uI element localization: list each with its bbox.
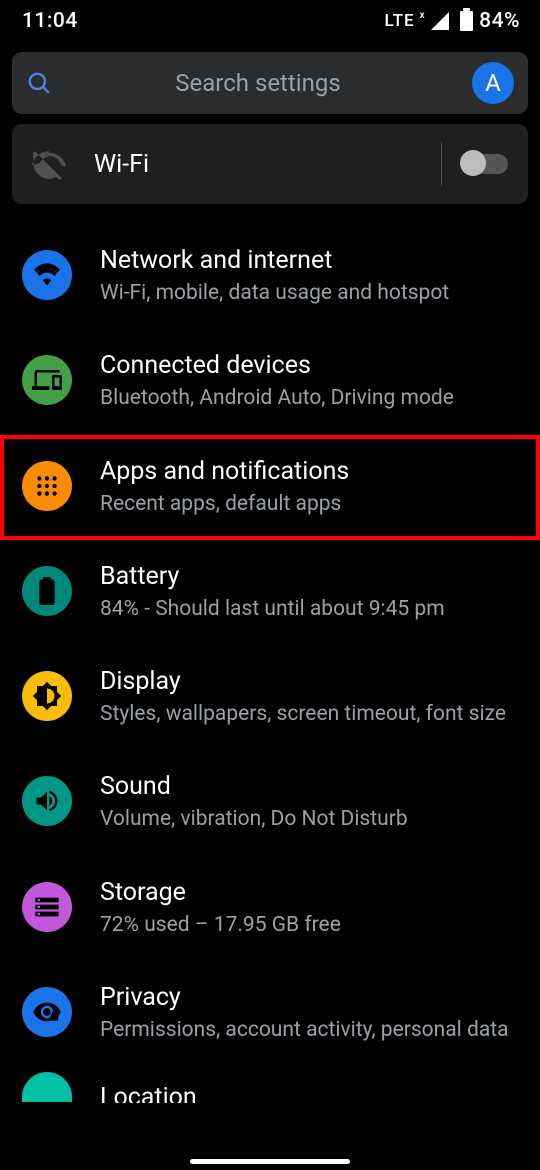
setting-item-display[interactable]: Display Styles, wallpapers, screen timeo… [0,645,540,750]
setting-subtitle: Wi-Fi, mobile, data usage and hotspot [100,280,510,307]
setting-item-battery[interactable]: Battery 84% - Should last until about 9:… [0,540,540,645]
search-placeholder: Search settings [64,69,472,97]
setting-subtitle: Bluetooth, Android Auto, Driving mode [100,385,510,412]
account-avatar[interactable]: A [472,62,514,104]
setting-subtitle: Recent apps, default apps [100,491,510,518]
setting-title: Network and internet [100,246,510,276]
setting-subtitle: 84% - Should last until about 9:45 pm [100,596,510,623]
avatar-letter: A [485,69,501,97]
search-settings-bar[interactable]: Search settings A [12,52,528,114]
setting-item-connected[interactable]: Connected devices Bluetooth, Android Aut… [0,329,540,434]
navigation-handle[interactable] [190,1159,350,1164]
privacy-icon [22,987,72,1037]
setting-title: Battery [100,562,510,592]
setting-item-sound[interactable]: Sound Volume, vibration, Do Not Disturb [0,750,540,855]
storage-icon [22,882,72,932]
wifi-icon [22,250,72,300]
network-sup-icon: x [420,10,426,21]
signal-icon [431,12,449,30]
setting-title: Storage [100,878,510,908]
volume-icon [22,776,72,826]
wifi-tile-divider [441,142,442,186]
status-bar: 11:04 LTE x 84% [0,0,540,42]
status-right: LTE x 84% [385,9,520,33]
setting-title-cutoff: Location [100,1083,197,1103]
battery-icon [460,11,473,31]
setting-title: Connected devices [100,351,510,381]
setting-title: Apps and notifications [100,457,510,487]
setting-item-location-cutoff[interactable]: Location [0,1066,540,1102]
devices-icon [22,355,72,405]
status-time: 11:04 [22,9,78,33]
search-icon [26,70,52,96]
setting-item-apps[interactable]: Apps and notifications Recent apps, defa… [0,435,540,540]
setting-subtitle: Styles, wallpapers, screen timeout, font… [100,701,510,728]
battery-icon [22,566,72,616]
setting-subtitle: Permissions, account activity, personal … [100,1017,510,1044]
wifi-tile-label: Wi-Fi [94,150,441,179]
wifi-toggle[interactable] [462,154,508,174]
setting-title: Sound [100,772,510,802]
battery-percentage: 84% [479,9,520,33]
network-type: LTE [385,11,415,31]
setting-item-privacy[interactable]: Privacy Permissions, account activity, p… [0,961,540,1066]
setting-title: Display [100,667,510,697]
location-icon [22,1072,72,1102]
wifi-off-icon [32,147,66,181]
brightness-icon [22,671,72,721]
apps-icon [22,461,72,511]
setting-subtitle: 72% used – 17.95 GB free [100,912,510,939]
setting-item-network[interactable]: Network and internet Wi-Fi, mobile, data… [0,224,540,329]
setting-title: Privacy [100,983,510,1013]
setting-subtitle: Volume, vibration, Do Not Disturb [100,806,510,833]
setting-item-storage[interactable]: Storage 72% used – 17.95 GB free [0,856,540,961]
settings-list: Network and internet Wi-Fi, mobile, data… [0,224,540,1102]
wifi-quick-tile[interactable]: Wi-Fi [12,124,528,204]
